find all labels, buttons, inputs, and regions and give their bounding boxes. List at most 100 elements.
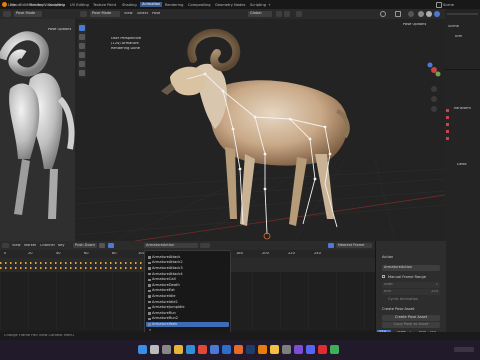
editor-type-button-main[interactable] bbox=[80, 11, 87, 17]
shading-solid-icon[interactable] bbox=[418, 11, 424, 17]
blender-logo-icon[interactable] bbox=[2, 2, 7, 7]
main-viewport[interactable]: User Perspective (124) Armature Renderin… bbox=[75, 19, 445, 241]
gizmo-icon[interactable] bbox=[395, 11, 401, 17]
tab-scripting[interactable]: Scripting bbox=[250, 3, 266, 7]
create-pose-asset-button[interactable]: Create Pose Asset bbox=[382, 315, 440, 321]
mode-select-left[interactable]: Pose Mode bbox=[14, 11, 42, 17]
tab-uv-editing[interactable]: UV Editing bbox=[70, 3, 89, 7]
action-list-item[interactable]: ArmatureAttack3 bbox=[146, 266, 229, 271]
tab-shading[interactable]: Shading bbox=[122, 3, 137, 7]
visibility-icon[interactable] bbox=[380, 11, 386, 17]
frame-start-field[interactable]: Start 1 bbox=[382, 282, 440, 288]
scale-tool-icon[interactable] bbox=[79, 61, 85, 67]
menu-view[interactable]: View bbox=[124, 12, 133, 16]
pivot-icon[interactable] bbox=[276, 11, 282, 17]
windows-icon[interactable] bbox=[138, 345, 147, 354]
action-list-item[interactable]: ArmatureJumpIdle bbox=[146, 305, 229, 310]
outliner-item-arm[interactable]: Arm bbox=[455, 35, 462, 39]
chrome-icon[interactable] bbox=[198, 345, 207, 354]
action-list-item[interactable]: ArmatureWalk bbox=[146, 322, 229, 328]
action-list-item[interactable]: ArmatureRun2 bbox=[146, 317, 229, 322]
viber-icon[interactable] bbox=[294, 345, 303, 354]
section-action-header[interactable]: Action bbox=[382, 255, 393, 259]
menu-select[interactable]: Select bbox=[137, 12, 148, 16]
action-list-item[interactable]: ArmatureCall bbox=[146, 277, 229, 282]
system-tray-clock[interactable] bbox=[454, 347, 474, 352]
explorer-icon[interactable] bbox=[174, 345, 183, 354]
action-browse-icon[interactable] bbox=[108, 243, 114, 248]
action-select-field[interactable]: ArmatureAction bbox=[382, 265, 440, 271]
search-icon[interactable] bbox=[150, 345, 159, 354]
settings-icon[interactable] bbox=[282, 345, 291, 354]
tab-tool-icon[interactable] bbox=[446, 109, 449, 112]
action-unlink-icon[interactable] bbox=[200, 243, 210, 248]
tab-sculpting[interactable]: Sculpting bbox=[48, 3, 65, 7]
tab-modifier-icon[interactable] bbox=[446, 130, 449, 133]
overlay-icon[interactable] bbox=[408, 11, 414, 17]
editor-type-button[interactable] bbox=[3, 11, 11, 17]
edge-icon[interactable] bbox=[186, 345, 195, 354]
tab-texture-paint[interactable]: Texture Paint bbox=[93, 3, 116, 7]
action-list-item[interactable]: ArmatureEat bbox=[146, 289, 229, 294]
ds-menu-channel[interactable]: Channel bbox=[40, 244, 55, 248]
section-pose-asset-header[interactable]: Create Pose Asset bbox=[382, 307, 414, 311]
cyclic-animation-label[interactable]: Cyclic Animation bbox=[388, 297, 418, 301]
stash-icon[interactable] bbox=[99, 243, 105, 248]
tab-render-icon[interactable] bbox=[446, 116, 449, 119]
outliner-item-scene[interactable]: Scene bbox=[448, 25, 459, 29]
menu-pose[interactable]: Pose bbox=[152, 12, 160, 16]
tab-data-icon[interactable] bbox=[446, 137, 449, 140]
orientation-select[interactable]: Global bbox=[248, 11, 272, 17]
pose-options-main[interactable]: Pose Options bbox=[403, 23, 426, 27]
mode-select-main[interactable]: Pose Mode bbox=[90, 11, 120, 17]
action-list-item[interactable]: ArmatureAttack2 bbox=[146, 261, 229, 266]
action-name-field[interactable]: ArmatureAction bbox=[144, 243, 198, 248]
scene-label[interactable]: Scene bbox=[443, 3, 454, 7]
left-viewport[interactable]: Pose Options bbox=[0, 19, 75, 241]
blender-icon[interactable] bbox=[258, 345, 267, 354]
youtube-icon[interactable] bbox=[318, 345, 327, 354]
proportional-icon[interactable] bbox=[296, 11, 302, 17]
measure-tool-icon[interactable] bbox=[79, 70, 85, 76]
firefox-icon[interactable] bbox=[234, 345, 243, 354]
snap-mode-select[interactable]: Nearest Frame bbox=[336, 243, 372, 248]
snap-icon[interactable] bbox=[284, 11, 290, 17]
properties-delta[interactable]: Delta bbox=[457, 163, 467, 167]
move-tool-icon[interactable] bbox=[79, 43, 85, 49]
menu-edit[interactable]: Edit bbox=[20, 3, 27, 7]
add-workspace-icon[interactable]: + bbox=[268, 3, 271, 7]
tab-geometry-nodes[interactable]: Geometry Nodes bbox=[215, 3, 245, 7]
ds-menu-view[interactable]: View bbox=[12, 244, 21, 248]
ds-menu-key[interactable]: Key bbox=[58, 244, 65, 248]
keyframe-row[interactable] bbox=[0, 267, 145, 269]
tab-rendering[interactable]: Rendering bbox=[165, 3, 183, 7]
frame-end-field[interactable]: End 250 bbox=[382, 289, 440, 295]
navigation-gizmo[interactable] bbox=[425, 61, 443, 121]
tab-compositing[interactable]: Compositing bbox=[188, 3, 211, 7]
action-browse-dropdown[interactable]: ArmatureAttack ArmatureAttack2 ArmatureAtt… bbox=[144, 250, 231, 336]
notes-icon[interactable] bbox=[330, 345, 339, 354]
dopesheet-editor-type[interactable] bbox=[2, 243, 9, 248]
files-icon[interactable] bbox=[270, 345, 279, 354]
action-list-item[interactable]: ArmatureIdle bbox=[146, 294, 229, 299]
snap-toggle-icon[interactable] bbox=[328, 243, 334, 248]
photoshop-icon[interactable] bbox=[222, 345, 231, 354]
select-tool-icon[interactable] bbox=[79, 25, 85, 31]
tab-animation[interactable]: Animation bbox=[140, 2, 163, 7]
cursor-tool-icon[interactable] bbox=[79, 34, 85, 40]
manual-frame-range-checkbox[interactable] bbox=[382, 275, 385, 278]
tab-modeling[interactable]: Modeling bbox=[27, 3, 43, 7]
store-icon[interactable] bbox=[210, 345, 219, 354]
steam-icon[interactable] bbox=[246, 345, 255, 354]
rotate-tool-icon[interactable] bbox=[79, 52, 85, 58]
properties-transform[interactable]: Transform bbox=[453, 107, 471, 111]
tab-object-icon[interactable] bbox=[446, 123, 449, 126]
shading-rendered-icon[interactable] bbox=[434, 11, 440, 17]
tab-layout[interactable]: Layout bbox=[8, 3, 20, 7]
ds-menu-marker[interactable]: Marker bbox=[24, 244, 36, 248]
discord-icon[interactable] bbox=[306, 345, 315, 354]
keyframe-row[interactable] bbox=[0, 262, 145, 264]
push-down-button[interactable]: Push Down bbox=[73, 243, 97, 248]
copy-pose-as-asset-button[interactable]: Copy Pose as Asset bbox=[382, 322, 440, 328]
taskview-icon[interactable] bbox=[162, 345, 171, 354]
